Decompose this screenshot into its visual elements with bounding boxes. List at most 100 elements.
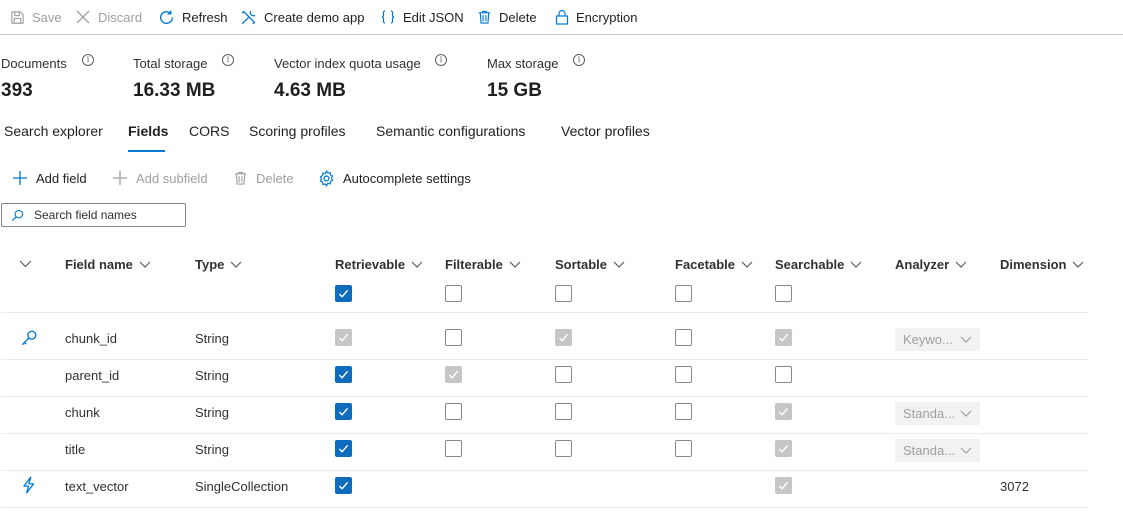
select-all-searchable-checkbox[interactable] bbox=[775, 285, 792, 302]
add-subfield-button[interactable]: Add subfield bbox=[112, 168, 208, 188]
braces-icon bbox=[381, 10, 395, 24]
searchable-checkbox[interactable] bbox=[775, 329, 792, 346]
delete-button[interactable]: Delete bbox=[477, 6, 537, 28]
column-label: Sortable bbox=[555, 257, 608, 272]
column-header-sortable[interactable]: Sortable bbox=[555, 257, 625, 272]
tab-cors[interactable]: CORS bbox=[189, 123, 229, 139]
facetable-checkbox[interactable] bbox=[675, 440, 692, 457]
chevron-down-icon bbox=[955, 261, 967, 268]
add-field-button[interactable]: Add field bbox=[12, 168, 87, 188]
edit-json-label: Edit JSON bbox=[403, 9, 464, 25]
field-name-cell[interactable]: chunk bbox=[65, 405, 100, 420]
checkmark-icon bbox=[338, 444, 349, 453]
refresh-button[interactable]: Refresh bbox=[158, 6, 228, 28]
column-header-analyzer[interactable]: Analyzer bbox=[895, 257, 967, 272]
column-header-field-name[interactable]: Field name bbox=[65, 257, 151, 272]
chevron-down-icon bbox=[960, 410, 972, 417]
checkmark-icon bbox=[338, 289, 349, 298]
tab-semantic-configurations[interactable]: Semantic configurations bbox=[376, 123, 525, 139]
active-tab-indicator bbox=[128, 150, 165, 152]
info-icon[interactable]: i bbox=[222, 54, 234, 66]
delete-field-button[interactable]: Delete bbox=[233, 168, 294, 188]
lightning-icon bbox=[23, 476, 35, 494]
column-label: Searchable bbox=[775, 257, 845, 272]
search-icon bbox=[11, 209, 24, 221]
tab-fields[interactable]: Fields bbox=[128, 123, 168, 139]
chevron-down-icon bbox=[509, 261, 521, 268]
refresh-label: Refresh bbox=[182, 9, 228, 25]
tab-search-explorer[interactable]: Search explorer bbox=[4, 123, 103, 139]
column-header-dimension[interactable]: Dimension bbox=[1000, 257, 1084, 272]
field-name-cell[interactable]: chunk_id bbox=[65, 331, 117, 346]
info-icon[interactable]: i bbox=[82, 54, 94, 66]
discard-button[interactable]: Discard bbox=[75, 6, 142, 28]
filterable-checkbox[interactable] bbox=[445, 403, 462, 420]
row-divider bbox=[1, 359, 1088, 360]
select-all-retrievable-checkbox[interactable] bbox=[335, 285, 352, 302]
column-header-filterable[interactable]: Filterable bbox=[445, 257, 521, 272]
filterable-checkbox[interactable] bbox=[445, 440, 462, 457]
column-header-type[interactable]: Type bbox=[195, 257, 242, 272]
chevron-down-icon[interactable] bbox=[19, 260, 32, 268]
retrievable-checkbox[interactable] bbox=[335, 329, 352, 346]
column-header-retrievable[interactable]: Retrievable bbox=[335, 257, 423, 272]
retrievable-checkbox[interactable] bbox=[335, 366, 352, 383]
retrievable-checkbox[interactable] bbox=[335, 403, 352, 420]
field-type-cell: String bbox=[195, 405, 229, 420]
metric-max-storage-value: 15 GB bbox=[487, 80, 542, 101]
column-header-facetable[interactable]: Facetable bbox=[675, 257, 753, 272]
save-icon bbox=[11, 10, 24, 24]
edit-json-button[interactable]: Edit JSON bbox=[380, 6, 464, 28]
analyzer-dropdown[interactable]: Standa... bbox=[895, 402, 980, 425]
autocomplete-settings-button[interactable]: Autocomplete settings bbox=[318, 168, 471, 188]
lock-icon bbox=[555, 9, 569, 25]
field-type-cell: String bbox=[195, 442, 229, 457]
sortable-checkbox[interactable] bbox=[555, 329, 572, 346]
field-name-cell[interactable]: title bbox=[65, 442, 85, 457]
searchable-checkbox[interactable] bbox=[775, 366, 792, 383]
retrievable-checkbox[interactable] bbox=[335, 440, 352, 457]
info-icon[interactable]: i bbox=[573, 54, 585, 66]
chevron-down-icon bbox=[139, 261, 151, 268]
search-field-box[interactable] bbox=[1, 203, 186, 227]
create-demo-app-button[interactable]: Create demo app bbox=[240, 6, 364, 28]
searchable-checkbox[interactable] bbox=[775, 403, 792, 420]
metric-vector-quota-label: Vector index quota usage bbox=[274, 56, 421, 71]
delete-field-label: Delete bbox=[256, 170, 294, 186]
searchable-checkbox[interactable] bbox=[775, 440, 792, 457]
chevron-down-icon bbox=[1073, 261, 1084, 268]
facetable-checkbox[interactable] bbox=[675, 366, 692, 383]
info-icon[interactable]: i bbox=[435, 54, 447, 66]
key-icon bbox=[21, 330, 37, 346]
filterable-checkbox[interactable] bbox=[445, 366, 462, 383]
encryption-button[interactable]: Encryption bbox=[555, 6, 637, 28]
row-divider bbox=[1, 470, 1088, 471]
filterable-checkbox[interactable] bbox=[445, 329, 462, 346]
close-icon bbox=[76, 10, 90, 24]
save-label: Save bbox=[32, 9, 62, 25]
metric-total-storage-label: Total storage bbox=[133, 56, 208, 71]
select-all-filterable-checkbox[interactable] bbox=[445, 285, 462, 302]
tab-vector-profiles[interactable]: Vector profiles bbox=[561, 123, 650, 139]
checkmark-icon bbox=[338, 481, 349, 490]
column-label: Field name bbox=[65, 257, 133, 272]
searchable-checkbox[interactable] bbox=[775, 477, 792, 494]
tab-scoring-profiles[interactable]: Scoring profiles bbox=[249, 123, 346, 139]
search-input[interactable] bbox=[34, 208, 174, 222]
retrievable-checkbox[interactable] bbox=[335, 477, 352, 494]
analyzer-dropdown[interactable]: Standa... bbox=[895, 439, 980, 462]
field-name-cell[interactable]: text_vector bbox=[65, 479, 129, 494]
field-name-cell[interactable]: parent_id bbox=[65, 368, 119, 383]
sortable-checkbox[interactable] bbox=[555, 403, 572, 420]
select-all-sortable-checkbox[interactable] bbox=[555, 285, 572, 302]
column-header-searchable[interactable]: Searchable bbox=[775, 257, 862, 272]
save-button[interactable]: Save bbox=[10, 6, 62, 28]
analyzer-dropdown[interactable]: Keywo... bbox=[895, 328, 980, 351]
facetable-checkbox[interactable] bbox=[675, 403, 692, 420]
facetable-checkbox[interactable] bbox=[675, 329, 692, 346]
sortable-checkbox[interactable] bbox=[555, 440, 572, 457]
select-all-facetable-checkbox[interactable] bbox=[675, 285, 692, 302]
checkmark-icon bbox=[338, 370, 349, 379]
toolbar-divider bbox=[0, 34, 1123, 35]
sortable-checkbox[interactable] bbox=[555, 366, 572, 383]
